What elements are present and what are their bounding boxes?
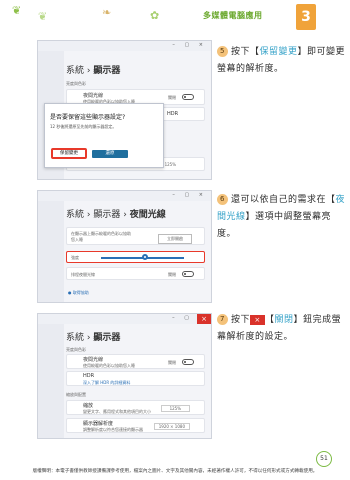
window-titlebar: – ▢ × (38, 41, 211, 51)
schedule-row[interactable]: 排程夜間光線 關閉 (66, 267, 205, 280)
window-titlebar: – ▢ × (38, 314, 211, 324)
night-light-row[interactable]: 夜間光線 使用較暖的色彩以協助您入睡 關閉 (66, 354, 205, 369)
window-controls: – ▢ × (172, 192, 207, 198)
step-6: 6 還可以依自己的需求在【夜間光線】選項中調整螢幕亮度。 (217, 194, 346, 239)
dialog-title: 是否要保留這些顯示器設定? (50, 114, 126, 121)
resolution-row[interactable]: 顯示器解析度 調整解析度以符合您連接的顯示器 1920 × 1080 (66, 418, 205, 433)
step-number: 7 (217, 314, 228, 325)
window-controls: – ▢ × (172, 42, 207, 48)
copyright-notice: 版權聲明：本電子書僅供教師授課備課參考使用，檔案內之圖片、文字及其他關內容，未經… (32, 469, 318, 474)
settings-sidebar (38, 201, 64, 302)
hdr-row[interactable]: HDR 深入了解 HDR 的詳細資料 (66, 371, 205, 386)
section-label: 縮放與配置 (66, 392, 86, 397)
strength-slider-row[interactable]: 強度 (66, 251, 205, 263)
night-light-toggle[interactable] (182, 359, 194, 365)
revert-button[interactable]: 還原 (92, 150, 128, 158)
schedule-toggle[interactable] (182, 271, 194, 277)
window-titlebar: – ▢ × (38, 191, 211, 201)
keep-changes-button[interactable]: 保留變更 (51, 148, 87, 159)
night-light-now-row: 在顯示器上顯示較暖的色彩以協助您入睡 立即開啟 (66, 227, 205, 245)
section-label: 亮度與色彩 (66, 347, 86, 352)
page-number: 51 (316, 451, 332, 467)
window-controls: – ▢ (172, 315, 193, 321)
help-icon: ● (68, 290, 72, 295)
chapter-title: 多媒體電腦應用 (203, 11, 263, 20)
screenshot-display-settings-close: – ▢ × 系統 › 顯示器 亮度與色彩 夜間光線 使用較暖的色彩以協助您入睡 … (37, 313, 212, 439)
close-icon: × (250, 314, 266, 325)
strength-slider-thumb[interactable] (141, 254, 148, 260)
step-5: 5 按下【保留變更】即可變更螢幕的解析度。 (217, 46, 346, 74)
breadcrumb: 系統 › 顯示器 › 夜間光線 (66, 210, 166, 220)
leaf-decoration: ❦ (38, 10, 48, 23)
screenshot-display-settings: – ▢ × 系統 › 顯示器 亮度與色彩 夜間光線 使用較暖的色彩以協助您入睡 … (37, 40, 212, 180)
step-number: 6 (217, 194, 228, 205)
section-label: 亮度與色彩 (66, 81, 86, 86)
page-header: ❦ ❦ ❧ ✿ 多媒體電腦應用 3 (0, 0, 350, 34)
breadcrumb: 系統 › 顯示器 (66, 66, 121, 76)
close-button[interactable]: × (197, 314, 211, 324)
keep-settings-dialog: 是否要保留這些顯示器設定? 12 秒後將還原至先前的顯示器設定。 保留變更 還原 (44, 103, 164, 168)
turn-on-now-button[interactable]: 立即開啟 (158, 234, 192, 244)
breadcrumb: 系統 › 顯示器 (66, 333, 121, 343)
screenshot-night-light: – ▢ × 系統 › 顯示器 › 夜間光線 在顯示器上顯示較暖的色彩以協助您入睡… (37, 190, 212, 303)
scale-dropdown[interactable]: 125% (160, 405, 190, 412)
night-light-toggle[interactable] (182, 94, 194, 100)
dialog-text: 12 秒後將還原至先前的顯示器設定。 (50, 124, 117, 129)
leaf-decoration: ❦ (12, 4, 22, 17)
leaf-decoration: ✿ (150, 9, 160, 22)
help-link[interactable]: ● 取得協助 (68, 290, 89, 296)
leaf-decoration: ❧ (102, 6, 112, 19)
chapter-number-badge: 3 (288, 4, 316, 30)
scale-row[interactable]: 縮放 變更文字、應用程式和其他項目的大小 125% (66, 400, 205, 415)
step-7: 7 按下 × 【關閉】鈕完成螢幕解析度的設定。 (217, 314, 342, 342)
resolution-dropdown[interactable]: 1920 × 1080 (153, 423, 190, 430)
settings-sidebar (38, 324, 64, 438)
step-number: 5 (217, 46, 228, 57)
